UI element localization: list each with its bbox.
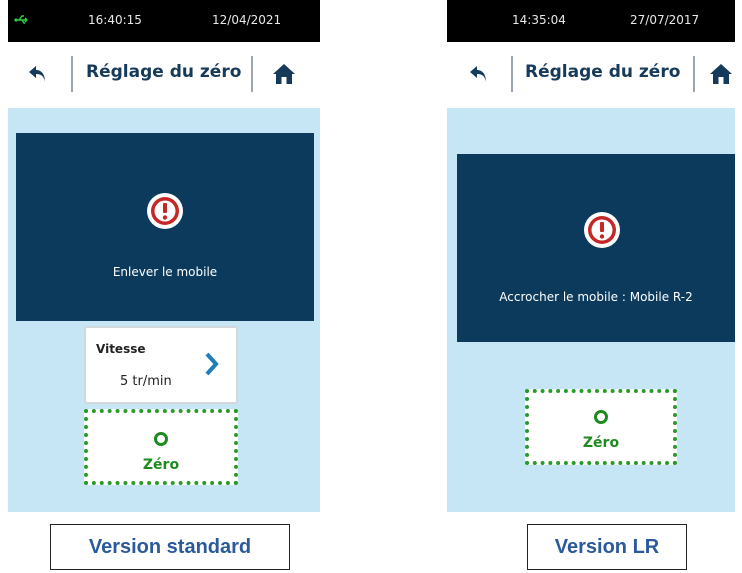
home-icon[interactable] [272, 62, 296, 86]
header-separator [693, 56, 695, 92]
usb-icon [14, 15, 28, 24]
zero-button[interactable]: Zéro [525, 389, 677, 465]
ring-icon [594, 410, 608, 424]
speed-label: Vitesse [96, 342, 146, 356]
exclamation-circle-icon [147, 193, 183, 229]
header-separator [71, 56, 73, 92]
caption-lr: Version LR [527, 524, 687, 570]
speed-value: 5 tr/min [120, 374, 172, 389]
chevron-right-icon[interactable] [204, 352, 220, 376]
status-time: 14:35:04 [512, 13, 566, 27]
header-separator [511, 56, 513, 92]
alert-panel: Accrocher le mobile : Mobile R-2 [457, 154, 735, 342]
speed-selector[interactable]: Vitesse 5 tr/min [84, 326, 238, 404]
home-icon[interactable] [709, 62, 733, 86]
back-arrow-icon[interactable] [467, 62, 491, 86]
ring-icon [154, 432, 168, 446]
back-arrow-icon[interactable] [26, 62, 50, 86]
header: Réglage du zéro [447, 42, 735, 108]
alert-panel: Enlever le mobile [16, 133, 314, 321]
zero-button-label: Zéro [582, 435, 620, 451]
zero-button-label: Zéro [142, 457, 180, 473]
exclamation-circle-icon [584, 212, 620, 248]
header: Réglage du zéro [8, 42, 320, 108]
status-time: 16:40:15 [88, 13, 142, 27]
status-bar: 16:40:15 12/04/2021 [8, 0, 320, 42]
page-title: Réglage du zéro [86, 62, 242, 82]
caption-standard: Version standard [50, 524, 290, 570]
status-bar: 14:35:04 27/07/2017 [447, 0, 735, 42]
screen-lr: 14:35:04 27/07/2017 Réglage du zéro Accr… [447, 0, 735, 512]
zero-button[interactable]: Zéro [84, 409, 238, 485]
alert-message: Enlever le mobile [112, 265, 218, 279]
screen-standard: 16:40:15 12/04/2021 Réglage du zéro Enle… [8, 0, 320, 512]
status-date: 27/07/2017 [630, 13, 700, 27]
page-title: Réglage du zéro [525, 62, 681, 82]
status-date: 12/04/2021 [212, 13, 282, 27]
header-separator [251, 56, 253, 92]
alert-message: Accrocher le mobile : Mobile R-2 [499, 290, 693, 304]
